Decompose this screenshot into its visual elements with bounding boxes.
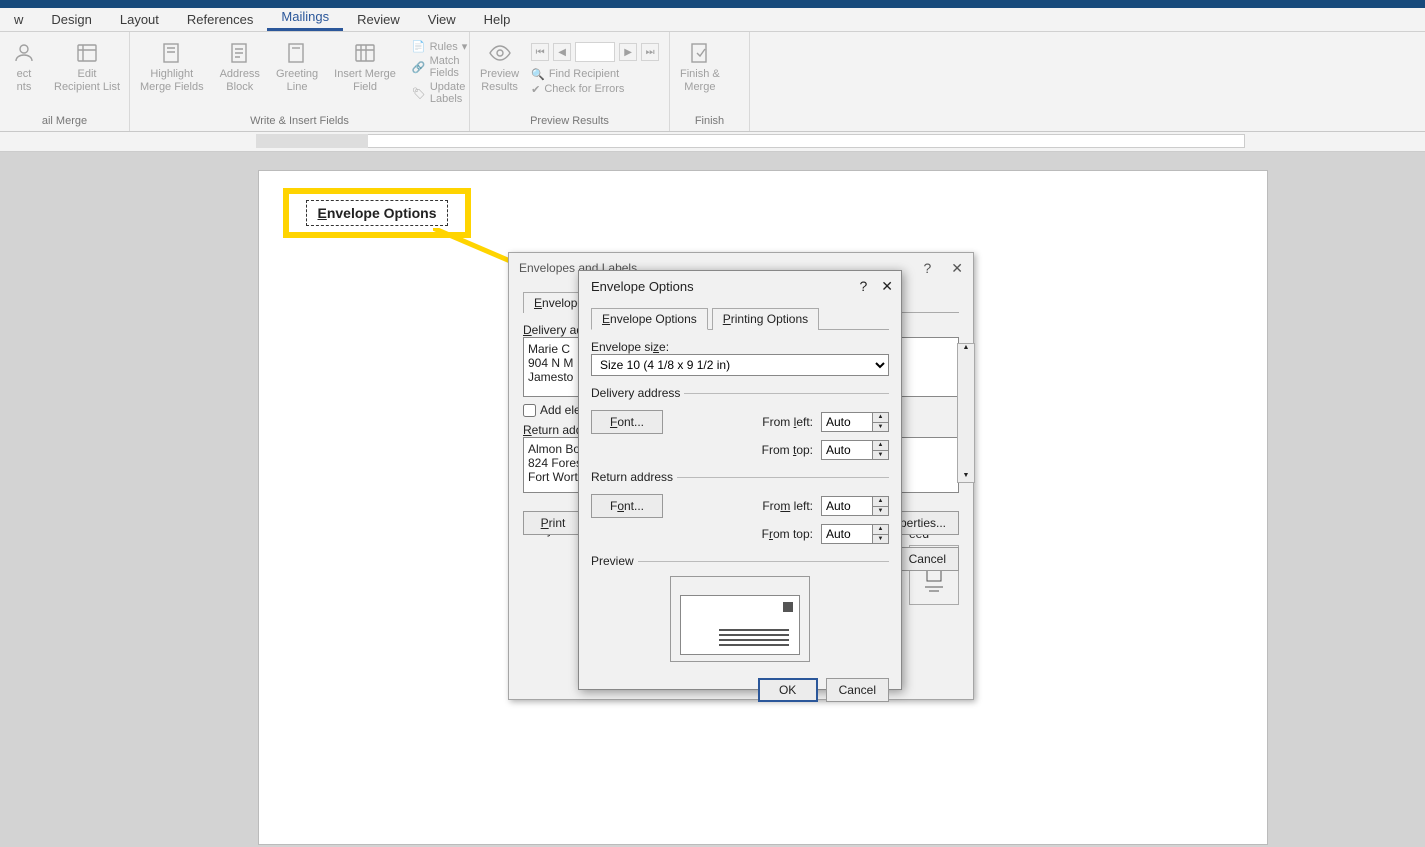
preview-group: Preview — [591, 554, 638, 568]
envelope-options-dialog: Envelope Options ? ✕ Envelope OptionsEnv… — [578, 270, 902, 690]
tab-envelope-options[interactable]: Envelope OptionsEnvelope Options — [591, 308, 708, 330]
first-record-icon[interactable]: ⏮ — [531, 43, 549, 61]
group-finish: Finish — [680, 115, 739, 129]
callout-label: EEnvelope Optionsnvelope Options — [306, 200, 447, 226]
merge-field-icon — [351, 40, 379, 66]
group-preview-results: Preview Results — [480, 115, 659, 129]
delivery-from-top-input[interactable] — [821, 440, 873, 460]
update-labels-button[interactable]: 🏷Update Labels — [412, 81, 467, 105]
select-recipients-button[interactable]: ect nts — [10, 36, 38, 93]
edit-recipient-list-button[interactable]: Edit Recipient List — [54, 36, 120, 93]
check-errors-button[interactable]: ✔Check for Errors — [531, 83, 659, 96]
cancel-button[interactable]: Cancel — [826, 678, 889, 702]
spinner[interactable]: ▲▼ — [873, 412, 889, 432]
delivery-from-left-label: From left:From left: — [749, 415, 813, 429]
people-icon — [10, 40, 38, 66]
rules-icon: 📄 — [412, 40, 426, 53]
tab-references[interactable]: References — [173, 8, 267, 31]
check-icon: ✔ — [531, 83, 540, 96]
list-edit-icon — [73, 40, 101, 66]
find-recipient-button[interactable]: 🔍Find Recipient — [531, 68, 659, 81]
address-icon — [226, 40, 254, 66]
update-icon: 🏷 — [412, 87, 426, 100]
tab-partial[interactable]: w — [0, 8, 37, 31]
record-number-input[interactable] — [575, 42, 615, 62]
finish-icon — [686, 40, 714, 66]
horizontal-ruler — [0, 132, 1425, 152]
search-icon: 🔍 — [531, 68, 545, 81]
scrollbar[interactable]: ▲ ▼ — [957, 343, 975, 483]
next-record-icon[interactable]: ▶ — [619, 43, 637, 61]
cancel-button-outer[interactable]: Cancel — [896, 547, 959, 571]
envelope-size-select[interactable]: Size 10 (4 1/8 x 9 1/2 in) — [591, 354, 889, 376]
insert-merge-field-button[interactable]: Insert Merge Field — [334, 36, 396, 93]
help-icon[interactable]: ? — [923, 260, 931, 277]
print-button[interactable]: PrintPrint — [523, 511, 583, 535]
greeting-icon — [283, 40, 311, 66]
greeting-line-button[interactable]: Greeting Line — [276, 36, 318, 93]
preview-results-button[interactable]: Preview Results — [480, 36, 519, 96]
rules-button[interactable]: 📄Rules ▾ — [412, 40, 467, 53]
window-title-bar — [0, 0, 1425, 8]
tab-mailings[interactable]: Mailings — [267, 5, 343, 31]
highlight-icon — [158, 40, 186, 66]
spinner[interactable]: ▲▼ — [873, 440, 889, 460]
match-icon: 🔗 — [412, 61, 426, 74]
highlight-merge-fields-button[interactable]: Highlight Merge Fields — [140, 36, 204, 93]
tab-help[interactable]: Help — [470, 8, 525, 31]
last-record-icon[interactable]: ⏭ — [641, 43, 659, 61]
finish-merge-button[interactable]: Finish & Merge — [680, 36, 720, 93]
envelope-preview — [680, 595, 800, 655]
return-font-button[interactable]: Font...Font... — [591, 494, 663, 518]
delivery-address-group: Delivery address — [591, 386, 684, 400]
ribbon-tabs: w Design Layout References Mailings Revi… — [0, 8, 1425, 32]
ribbon: ect nts Edit Recipient List ail Merge Hi… — [0, 32, 1425, 132]
tab-design[interactable]: Design — [37, 8, 105, 31]
add-electronic-label: Add ele — [540, 403, 581, 417]
envelope-size-label: Envelope size:Envelope size: — [591, 340, 889, 354]
prev-record-icon[interactable]: ◀ — [553, 43, 571, 61]
delivery-font-button[interactable]: Font...Font... — [591, 410, 663, 434]
tab-printing-options[interactable]: Printing OptionsPrinting Options — [712, 308, 819, 330]
return-from-top-input[interactable] — [821, 524, 873, 544]
address-block-button[interactable]: Address Block — [220, 36, 260, 93]
group-mail-merge: ail Merge — [10, 115, 119, 129]
match-fields-button[interactable]: 🔗Match Fields — [412, 55, 467, 79]
spinner[interactable]: ▲▼ — [873, 524, 889, 544]
return-address-group: Return address — [591, 470, 677, 484]
return-from-top-label: From top:From top: — [749, 527, 813, 541]
callout-highlight: EEnvelope Optionsnvelope Options — [283, 188, 471, 238]
return-from-left-label: From left:From left: — [749, 499, 813, 513]
add-electronic-checkbox[interactable] — [523, 404, 536, 417]
return-from-left-input[interactable] — [821, 496, 873, 516]
delivery-from-top-label: From top:From top: — [749, 443, 813, 457]
dialog2-title: Envelope Options — [591, 279, 694, 294]
tab-layout[interactable]: Layout — [106, 8, 173, 31]
preview-icon — [486, 40, 514, 66]
group-write-insert: Write & Insert Fields — [140, 115, 459, 129]
help-icon[interactable]: ? — [859, 278, 867, 294]
tab-review[interactable]: Review — [343, 8, 414, 31]
tab-view[interactable]: View — [414, 8, 470, 31]
ok-button[interactable]: OK — [758, 678, 818, 702]
close-icon[interactable]: ✕ — [951, 260, 963, 277]
record-navigator[interactable]: ⏮ ◀ ▶ ⏭ — [531, 36, 659, 62]
spinner[interactable]: ▲▼ — [873, 496, 889, 516]
delivery-from-left-input[interactable] — [821, 412, 873, 432]
close-icon[interactable]: ✕ — [881, 278, 893, 295]
